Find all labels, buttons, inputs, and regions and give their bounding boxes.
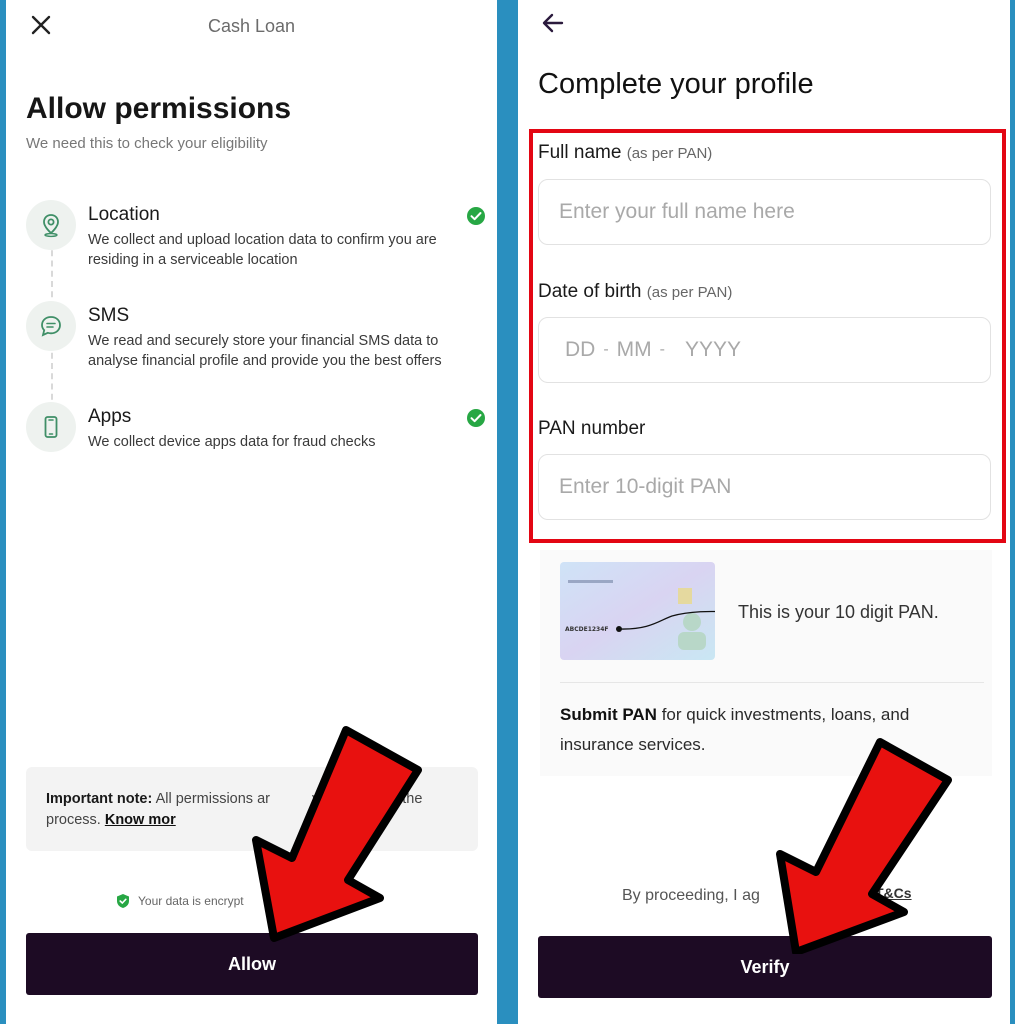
location-pin-icon (26, 200, 76, 250)
pan-description-bold: Submit PAN (560, 705, 657, 724)
profile-screen: Complete your profile Full name (as per … (518, 0, 1010, 1024)
label-text: Date of birth (538, 281, 642, 302)
permission-title: Apps (88, 406, 132, 427)
page-title: Allow permissions (26, 92, 292, 125)
check-circle-icon (467, 207, 485, 225)
consent-text: By proceeding, I ag (622, 887, 760, 904)
pan-description: Submit PAN for quick investments, loans,… (560, 700, 960, 760)
dob-label: Date of birth (as per PAN) (538, 281, 732, 303)
note-text: All permissions ar (155, 791, 270, 807)
dob-input[interactable]: DD - MM - YYYY (538, 317, 991, 383)
encryption-notice: Your data is encrypt ely (116, 893, 363, 909)
dob-separator: - (603, 341, 609, 358)
terms-link[interactable]: T&Cs (875, 885, 912, 901)
full-name-input[interactable] (538, 179, 991, 245)
permission-title: SMS (88, 305, 130, 326)
permission-description: We collect and upload location data to c… (88, 232, 437, 268)
permission-description: We read and securely store your financia… (88, 333, 442, 369)
allow-button[interactable]: Allow (26, 933, 478, 995)
header-title: Cash Loan (207, 16, 296, 36)
note-title: Important note: (46, 791, 153, 807)
encryption-text: Your data is encrypt (138, 894, 244, 908)
permissions-screen: Cash Loan Allow permissions We need this… (6, 0, 497, 1024)
label-text: Full name (538, 142, 622, 163)
dob-separator: - (659, 341, 665, 358)
chat-bubble-icon (26, 301, 76, 351)
full-name-label: Full name (as per PAN) (538, 142, 712, 164)
dob-month[interactable]: MM (617, 338, 652, 362)
check-circle-icon (467, 409, 485, 427)
divider (560, 682, 984, 683)
pan-caption: This is your 10 digit PAN. (738, 602, 939, 622)
pan-card-image: ABCDE1234F (560, 562, 715, 660)
page-subtitle: We need this to check your eligibility (26, 135, 268, 152)
pan-info-card: ABCDE1234F This is your 10 digit PAN. Su… (540, 550, 992, 776)
pan-input[interactable] (538, 454, 991, 520)
know-more-link[interactable]: Know mor (105, 812, 176, 828)
phone-icon (26, 402, 76, 452)
permission-description: We collect device apps data for fraud ch… (88, 434, 376, 450)
shield-check-icon (117, 894, 129, 908)
dob-day[interactable]: DD (565, 338, 595, 362)
label-hint: (as per PAN) (646, 284, 733, 301)
permission-title: Location (88, 204, 160, 225)
dob-year[interactable]: YYYY (685, 338, 741, 362)
label-hint: (as per PAN) (626, 145, 713, 162)
verify-button[interactable]: Verify (538, 936, 992, 998)
important-note: Important note: All permissions ar y to c… (26, 767, 478, 851)
encryption-text-end: ely (347, 894, 363, 908)
pan-sample-number: ABCDE1234F (565, 626, 609, 633)
page-title: Complete your profile (538, 68, 814, 100)
back-arrow-icon[interactable] (540, 10, 566, 36)
pan-label: PAN number (538, 418, 646, 439)
